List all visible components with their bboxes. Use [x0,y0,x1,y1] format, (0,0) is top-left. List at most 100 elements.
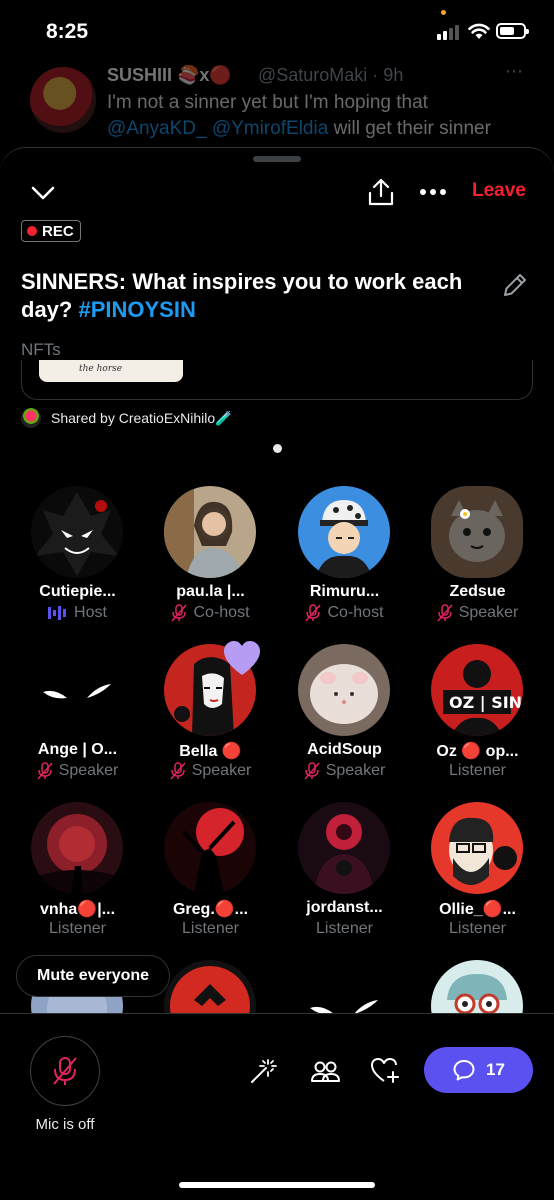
svg-text:OZ | SIN: OZ | SIN [449,693,522,713]
share-icon [368,178,394,206]
participant-role: Listener [49,920,106,937]
participant-role: Speaker [278,762,411,780]
participant-name: Ange | O... [37,741,118,758]
share-button[interactable] [364,175,398,209]
shared-tweet-image: the horse [39,360,183,382]
status-time: 8:25 [46,20,89,43]
participant-name: Cutiepie... [39,583,116,600]
comments-button[interactable]: 17 [424,1047,533,1093]
participant-tile[interactable]: pau.la |... Co-host [144,486,277,636]
space-hashtag[interactable]: #PINOYSIN [78,297,195,322]
participant-tile[interactable]: Ange | O... Speaker [11,644,144,794]
participant-role: Speaker [411,604,544,622]
participant-name: pau.la |... [176,583,245,600]
edit-title-button[interactable] [500,270,532,302]
comment-count: 17 [486,1060,505,1079]
avatar [298,486,390,578]
more-options-button[interactable] [416,178,450,206]
mic-off-icon [171,604,188,622]
participant-tile[interactable]: Cutiepie... Host [11,486,144,636]
participant-name: AcidSoup [307,741,382,758]
participant-tile[interactable]: Ollie_🔴... Listener [411,802,544,952]
shared-tweet-card[interactable]: the horse [21,360,533,400]
mic-off-icon [37,762,53,780]
sparkle-wand-icon[interactable] [248,1056,278,1086]
participant-name: Rimuru... [309,583,380,600]
tweet-author-handle: @SaturoMaki · 9h [258,65,404,85]
avatar [31,644,123,736]
chevron-down-icon [31,186,55,200]
avatar [164,486,256,578]
sharer-avatar [21,408,41,428]
tweet-text: I'm not a sinner yet but I'm hoping that… [107,92,491,139]
recording-label: REC [42,222,74,240]
background-tweet: SUSHIII 🍣x🔴 @SaturoMaki · 9h ⋯ I'm not a… [0,55,554,155]
comment-icon [453,1060,475,1081]
participant-role: Listener [449,762,506,779]
participant-role: Speaker [144,762,277,780]
leave-button[interactable]: Leave [472,180,526,202]
cellular-signal-icon [437,25,459,40]
avatar [431,802,523,894]
participant-tile[interactable]: Bella 🔴 Speaker [144,641,277,794]
collapse-button[interactable] [26,178,60,208]
avatar [31,486,123,578]
mic-status-label: Mic is off [35,1116,95,1133]
tweet-mention[interactable]: @AnyaKD_ [107,118,207,139]
participant-role: Host [11,604,144,622]
status-bar: 8:25 [0,0,554,60]
participant-name: Greg.🔴... [172,901,249,918]
participant-name: jordanst... [306,899,383,916]
participant-tile[interactable]: jordanst... Listener [278,802,411,952]
participant-tile[interactable]: OZ | SIN Oz 🔴 op... Listener [411,644,544,794]
heart-add-icon[interactable] [370,1056,400,1086]
tweet-mention[interactable]: @YmirofEldia [212,118,328,139]
more-dots-icon [420,189,446,195]
tweet-more-icon: ⋯ [505,61,523,81]
participant-name: vnha🔴|... [39,901,116,918]
participant-role: Listener [316,920,373,937]
participant-name: Ollie_🔴... [439,901,516,918]
participant-role: Co-host [144,604,277,622]
mic-off-icon [305,604,322,622]
mute-everyone-button[interactable]: Mute everyone [16,955,171,997]
tweet-avatar [30,67,96,133]
avatar [31,802,123,894]
mic-off-icon [170,762,186,780]
participant-name: Oz 🔴 op... [436,743,519,760]
record-dot-icon [27,226,37,236]
wifi-icon [468,23,490,39]
participant-tile[interactable]: vnha🔴|... Listener [11,802,144,952]
space-title: SINNERS: What inspires you to work each … [21,269,463,322]
participant-name: Bella 🔴 [179,743,242,760]
shared-by-row[interactable]: Shared by CreatioExNihilo🧪 [21,408,233,428]
recording-badge: REC [21,220,81,242]
avatar [164,802,256,894]
participant-role: Listener [182,920,239,937]
mic-off-icon [53,1057,77,1085]
shared-by-label: Shared by CreatioExNihilo🧪 [51,409,233,426]
host-bars-icon [48,606,67,620]
sheet-grabber[interactable] [253,156,301,162]
participant-tile[interactable]: AcidSoup Speaker [278,644,411,794]
avatar: OZ | SIN [431,644,523,736]
home-indicator[interactable] [179,1182,375,1188]
participant-role: Listener [449,920,506,937]
participant-tile[interactable]: Zedsue Speaker [411,486,544,636]
privacy-indicator-dot [441,10,446,15]
people-icon[interactable] [310,1056,340,1086]
avatar [298,644,390,736]
participant-role: Co-host [278,604,411,622]
participant-tile[interactable]: Greg.🔴... Listener [144,802,277,952]
purple-heart-icon [224,641,260,675]
mic-toggle-button[interactable] [30,1036,100,1106]
pencil-icon [504,274,526,296]
participant-role: Speaker [11,762,144,780]
page-indicator-dot [273,444,282,453]
mic-off-icon [437,604,453,622]
avatar [298,802,390,894]
battery-icon [496,23,529,39]
participant-name: Zedsue [449,583,506,600]
participant-tile[interactable]: Rimuru... Co-host [278,486,411,636]
avatar [431,486,523,578]
